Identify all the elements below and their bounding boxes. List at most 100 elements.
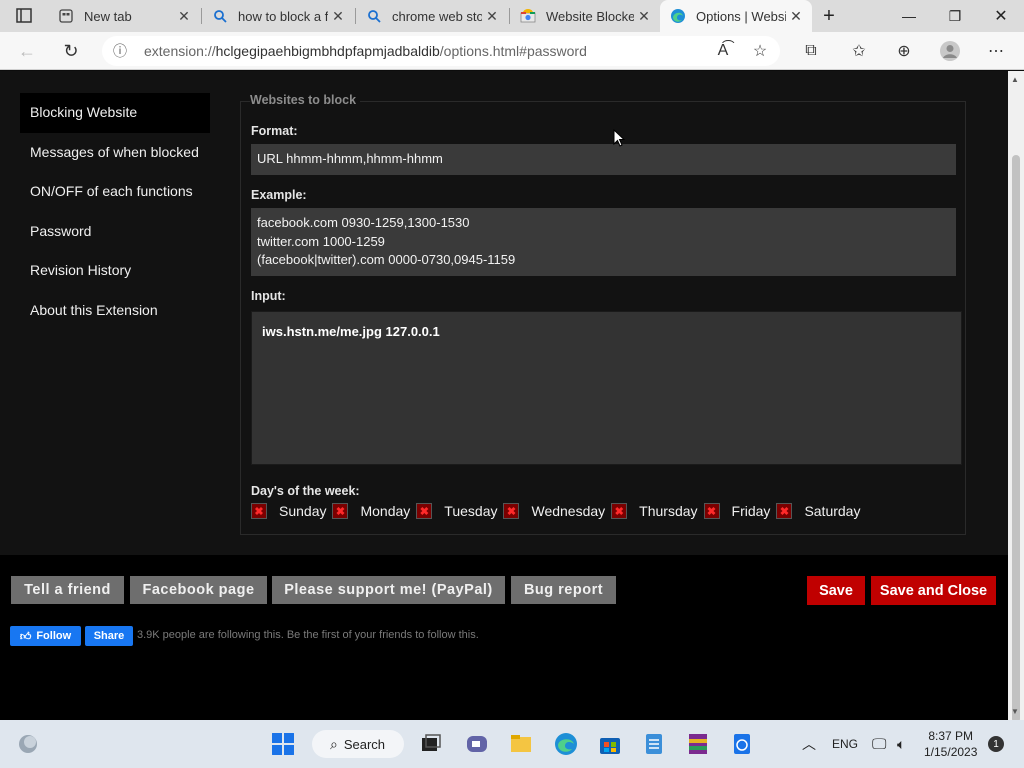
bug-report-button[interactable]: Bug report (511, 576, 616, 604)
day-label: Thursday (639, 503, 698, 519)
sidebar-item-revision-history[interactable]: Revision History (20, 251, 210, 291)
tab-website-blocker[interactable]: Website Blocker ✕ (510, 0, 660, 32)
volume-icon[interactable]: 🔈︎ (897, 720, 905, 768)
browser-tab-bar: New tab ✕ how to block a f ✕ chrome web … (0, 0, 1024, 32)
sidebar-item-blocking-website[interactable]: Blocking Website (20, 93, 210, 133)
start-icon[interactable] (271, 732, 295, 756)
close-tab-icon[interactable]: ✕ (634, 8, 654, 25)
star-plus-icon: ☆ (752, 43, 768, 60)
network-icon[interactable]: 🖵︎ (872, 720, 886, 768)
collections-button[interactable]: ⊕ (889, 36, 919, 66)
taskbar-clock[interactable]: 8:37 PM 1/15/2023 (924, 728, 977, 760)
back-button[interactable]: ← (12, 36, 42, 66)
scroll-down-icon[interactable]: ▼ (1011, 707, 1019, 716)
input-label: Input: (251, 289, 286, 303)
scrollbar-thumb[interactable] (1012, 155, 1020, 723)
notepad-icon[interactable] (642, 732, 666, 756)
follow-label: Follow (36, 630, 72, 642)
notification-badge[interactable]: 1 (988, 736, 1004, 752)
tab-actions-button[interactable] (6, 4, 42, 28)
edge-icon (670, 8, 686, 24)
tab-chrome-web-store[interactable]: chrome web stor ✕ (356, 0, 508, 32)
close-tab-icon[interactable]: ✕ (174, 8, 194, 25)
close-tab-icon[interactable]: ✕ (786, 8, 806, 25)
sidebar-item-about[interactable]: About this Extension (20, 291, 210, 331)
day-friday: ✖ Friday (703, 503, 771, 519)
panel-legend: Websites to block (250, 93, 361, 107)
restore-button[interactable]: ❐ (932, 0, 978, 32)
favorites-button[interactable]: ✩ (844, 36, 874, 66)
day-thursday: ✖ Thursday (611, 503, 698, 519)
clock-date: 1/15/2023 (924, 745, 978, 759)
monday-checkbox[interactable]: ✖ (332, 503, 349, 519)
format-display: URL hhmm-hhmm,hhmm-hhmm (251, 144, 956, 175)
tray-chevron[interactable]: ︿ (802, 720, 816, 768)
tab-options-active[interactable]: Options | Websi ✕ (660, 0, 812, 32)
speaker-icon: 🔈︎ (897, 735, 906, 752)
thursday-checkbox[interactable]: ✖ (611, 503, 628, 519)
tab-how-to-block[interactable]: how to block a f ✕ (202, 0, 354, 32)
tell-a-friend-button[interactable]: Tell a friend (11, 576, 124, 604)
extensions-button[interactable]: ⧉ (796, 36, 826, 66)
edge-taskbar-icon[interactable] (554, 732, 578, 756)
new-tab-icon (58, 8, 74, 24)
sidebar-item-messages[interactable]: Messages of when blocked (20, 133, 210, 173)
settings-more-button[interactable]: ⋯ (981, 36, 1011, 66)
document-globe-icon[interactable] (730, 732, 754, 756)
saturday-checkbox[interactable]: ✖ (776, 503, 793, 519)
info-icon[interactable]: ⓘ (102, 41, 138, 61)
weather-widget-icon[interactable] (16, 732, 40, 756)
close-tab-icon[interactable]: ✕ (328, 8, 348, 25)
friday-checkbox[interactable]: ✖ (703, 503, 720, 519)
save-and-close-button[interactable]: Save and Close (871, 576, 996, 605)
save-button[interactable]: Save (807, 576, 865, 605)
chat-icon[interactable] (465, 732, 489, 756)
scroll-up-icon[interactable]: ▲ (1011, 75, 1019, 84)
close-window-button[interactable]: ✕ (978, 0, 1024, 32)
facebook-page-button[interactable]: Facebook page (130, 576, 267, 604)
url-field[interactable]: ⓘ extension://hclgegipaehbigmbhdpfapmjad… (102, 36, 780, 66)
block-list-textarea[interactable]: iws.hstn.me/me.jpg 127.0.0.1 (251, 311, 962, 465)
example-line: (facebook|twitter).com 0000-0730,0945-11… (257, 252, 516, 267)
taskbar-search[interactable]: ⌕ Search (312, 730, 404, 758)
profile-button[interactable] (935, 36, 965, 66)
example-label: Example: (251, 188, 307, 202)
options-footer: Tell a friend Facebook page Please suppo… (0, 555, 1008, 720)
day-label: Friday (731, 503, 771, 519)
day-tuesday: ✖ Tuesday (416, 503, 497, 519)
task-view-icon[interactable] (419, 732, 443, 756)
day-label: Sunday (279, 503, 327, 519)
facebook-share-button[interactable]: Share (85, 626, 133, 646)
sidebar-item-password[interactable]: Password (20, 212, 210, 252)
page-scrollbar[interactable]: ▲ ▼ (1008, 71, 1024, 723)
tab-title: Options | Websi (696, 8, 786, 24)
tuesday-checkbox[interactable]: ✖ (416, 503, 433, 519)
close-tab-icon[interactable]: ✕ (482, 8, 502, 25)
url-path: /options.html#password (439, 43, 587, 59)
format-label: Format: (251, 124, 298, 138)
facebook-follow-button[interactable]: 👍︎ Follow (10, 626, 81, 646)
refresh-button[interactable]: ↻ (56, 36, 86, 66)
taskbar-search-label: Search (343, 736, 386, 752)
example-display: facebook.com 0930-1259,1300-1530 twitter… (251, 208, 956, 276)
file-explorer-icon[interactable] (509, 732, 533, 756)
read-aloud-button[interactable]: A͡ (708, 36, 738, 66)
store-icon[interactable] (598, 732, 622, 756)
language-indicator[interactable]: ENG (832, 720, 858, 768)
more-dots-icon: ⋯ (988, 43, 1004, 60)
plus-icon: + (823, 4, 835, 27)
wednesday-checkbox[interactable]: ✖ (503, 503, 520, 519)
minimize-button[interactable]: — (886, 0, 932, 32)
new-tab-button[interactable]: + (806, 0, 852, 32)
add-favorite-button[interactable]: ☆ (745, 36, 775, 66)
tab-title: chrome web stor (392, 8, 482, 24)
winrar-icon[interactable] (686, 732, 710, 756)
sunday-checkbox[interactable]: ✖ (251, 503, 267, 519)
day-monday: ✖ Monday (332, 503, 410, 519)
tab-new-tab[interactable]: New tab ✕ (48, 0, 200, 32)
paypal-support-button[interactable]: Please support me! (PayPal) (272, 576, 505, 604)
read-aloud-icon: A͡ (717, 42, 729, 59)
chevron-up-icon: ︿ (802, 736, 816, 752)
sidebar-item-on-off[interactable]: ON/OFF of each functions (20, 172, 210, 212)
days-of-week-group: ✖ Sunday ✖ Monday ✖ Tuesday ✖ Wednesday ✖ Thu… (251, 503, 866, 519)
